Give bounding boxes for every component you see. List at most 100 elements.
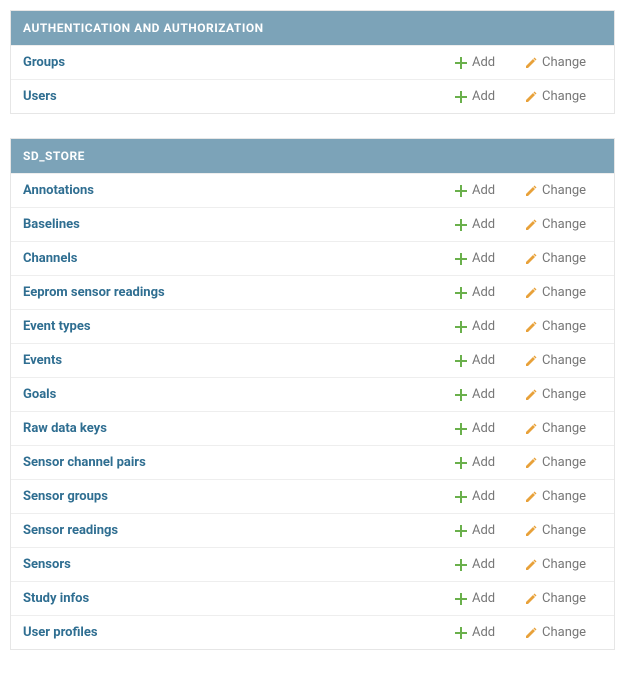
module-header: AUTHENTICATION AND AUTHORIZATION [11, 11, 614, 45]
pencil-icon [524, 56, 538, 70]
pencil-icon [524, 354, 538, 368]
model-row: Sensor channel pairs Add Change [11, 445, 614, 479]
change-link[interactable]: Change [524, 591, 602, 606]
change-link[interactable]: Change [524, 387, 602, 402]
model-row: Sensors Add Change [11, 547, 614, 581]
change-link[interactable]: Change [524, 251, 602, 266]
model-row: Groups Add Change [11, 45, 614, 79]
add-link[interactable]: Add [454, 353, 516, 368]
model-link[interactable]: Raw data keys [23, 421, 446, 436]
pencil-icon [524, 422, 538, 436]
add-label: Add [472, 183, 495, 198]
add-label: Add [472, 319, 495, 334]
module: SD_STORE Annotations Add Change Baselines Add… [10, 138, 615, 650]
model-link[interactable]: Sensor groups [23, 489, 446, 504]
change-label: Change [542, 217, 586, 232]
model-link[interactable]: Groups [23, 55, 446, 70]
add-link[interactable]: Add [454, 89, 516, 104]
model-link[interactable]: Channels [23, 251, 446, 266]
pencil-icon [524, 490, 538, 504]
model-row: Sensor readings Add Change [11, 513, 614, 547]
add-link[interactable]: Add [454, 183, 516, 198]
plus-icon [454, 490, 468, 504]
pencil-icon [524, 184, 538, 198]
admin-index: AUTHENTICATION AND AUTHORIZATION Groups Ad… [10, 10, 615, 650]
change-link[interactable]: Change [524, 217, 602, 232]
model-link[interactable]: Study infos [23, 591, 446, 606]
change-label: Change [542, 591, 586, 606]
pencil-icon [524, 456, 538, 470]
pencil-icon [524, 218, 538, 232]
add-link[interactable]: Add [454, 455, 516, 470]
change-label: Change [542, 183, 586, 198]
pencil-icon [524, 252, 538, 266]
model-link[interactable]: Event types [23, 319, 446, 334]
add-label: Add [472, 489, 495, 504]
model-link[interactable]: Eeprom sensor readings [23, 285, 446, 300]
add-link[interactable]: Add [454, 523, 516, 538]
plus-icon [454, 422, 468, 436]
model-link[interactable]: Sensor readings [23, 523, 446, 538]
plus-icon [454, 354, 468, 368]
change-label: Change [542, 625, 586, 640]
pencil-icon [524, 558, 538, 572]
model-link[interactable]: User profiles [23, 625, 446, 640]
change-label: Change [542, 89, 586, 104]
add-link[interactable]: Add [454, 591, 516, 606]
plus-icon [454, 218, 468, 232]
add-label: Add [472, 523, 495, 538]
model-row: Eeprom sensor readings Add Change [11, 275, 614, 309]
change-link[interactable]: Change [524, 319, 602, 334]
add-link[interactable]: Add [454, 421, 516, 436]
add-link[interactable]: Add [454, 387, 516, 402]
add-label: Add [472, 421, 495, 436]
change-label: Change [542, 455, 586, 470]
add-link[interactable]: Add [454, 251, 516, 266]
change-link[interactable]: Change [524, 489, 602, 504]
change-label: Change [542, 55, 586, 70]
add-link[interactable]: Add [454, 557, 516, 572]
change-link[interactable]: Change [524, 55, 602, 70]
add-link[interactable]: Add [454, 625, 516, 640]
add-label: Add [472, 251, 495, 266]
model-row: Raw data keys Add Change [11, 411, 614, 445]
model-row: Event types Add Change [11, 309, 614, 343]
change-label: Change [542, 523, 586, 538]
model-link[interactable]: Sensor channel pairs [23, 455, 446, 470]
change-link[interactable]: Change [524, 89, 602, 104]
model-link[interactable]: Baselines [23, 217, 446, 232]
change-link[interactable]: Change [524, 353, 602, 368]
model-link[interactable]: Sensors [23, 557, 446, 572]
add-link[interactable]: Add [454, 489, 516, 504]
change-link[interactable]: Change [524, 183, 602, 198]
add-label: Add [472, 285, 495, 300]
pencil-icon [524, 592, 538, 606]
plus-icon [454, 524, 468, 538]
add-link[interactable]: Add [454, 217, 516, 232]
add-link[interactable]: Add [454, 285, 516, 300]
add-label: Add [472, 557, 495, 572]
module-header: SD_STORE [11, 139, 614, 173]
plus-icon [454, 90, 468, 104]
plus-icon [454, 388, 468, 402]
change-label: Change [542, 557, 586, 572]
change-link[interactable]: Change [524, 523, 602, 538]
change-link[interactable]: Change [524, 557, 602, 572]
change-link[interactable]: Change [524, 285, 602, 300]
change-label: Change [542, 285, 586, 300]
add-link[interactable]: Add [454, 55, 516, 70]
add-label: Add [472, 55, 495, 70]
model-row: Annotations Add Change [11, 173, 614, 207]
change-link[interactable]: Change [524, 421, 602, 436]
add-label: Add [472, 455, 495, 470]
change-link[interactable]: Change [524, 455, 602, 470]
model-link[interactable]: Users [23, 89, 446, 104]
change-link[interactable]: Change [524, 625, 602, 640]
model-row: Channels Add Change [11, 241, 614, 275]
model-link[interactable]: Events [23, 353, 446, 368]
plus-icon [454, 558, 468, 572]
add-link[interactable]: Add [454, 319, 516, 334]
model-link[interactable]: Annotations [23, 183, 446, 198]
model-link[interactable]: Goals [23, 387, 446, 402]
model-row: Baselines Add Change [11, 207, 614, 241]
